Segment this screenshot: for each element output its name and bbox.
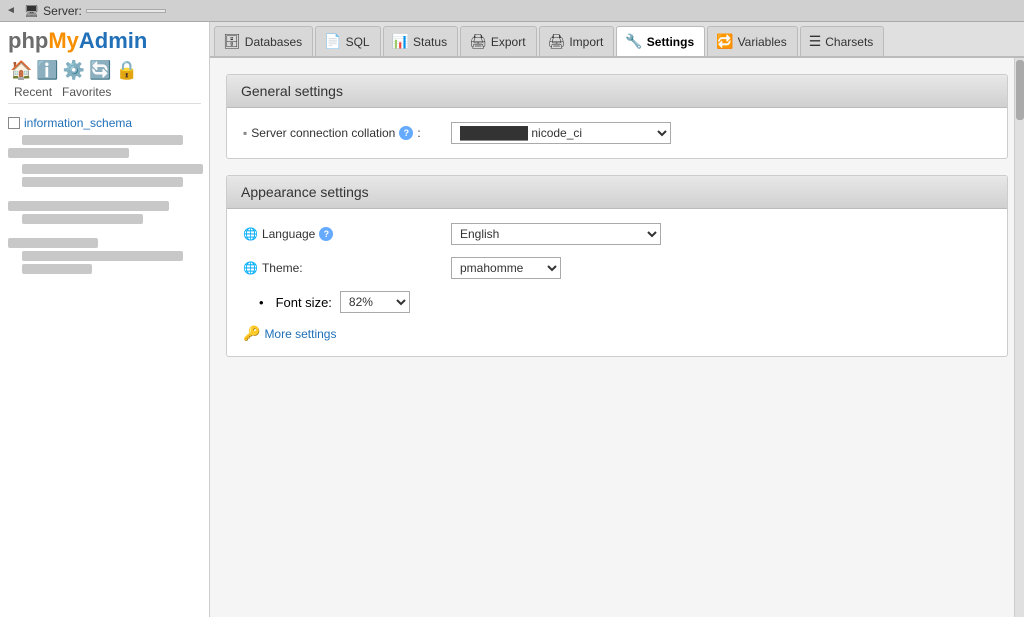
theme-row: 🌐 Theme: pmahomme original <box>243 257 991 279</box>
tab-variables[interactable]: 🔁 Variables <box>707 26 798 56</box>
general-settings-section: General settings ▪ Server connection col… <box>226 74 1008 159</box>
scrollbar-thumb[interactable] <box>1016 60 1024 120</box>
theme-label-container: 🌐 Theme: <box>243 261 443 275</box>
appearance-settings-content: 🌐 Language ? English French German Spani… <box>227 209 1007 356</box>
charsets-tab-icon: ☰ <box>809 33 822 50</box>
appearance-settings-title: Appearance settings <box>227 176 1007 209</box>
main-layout: phpMyAdmin 🏠 ℹ️ ⚙️ 🔄 🔒 Recent Favorites … <box>0 22 1024 617</box>
logo-my: My <box>48 28 79 53</box>
sql-tab-icon: 📄 <box>324 33 341 50</box>
db-placeholder-9 <box>22 264 92 274</box>
db-name-information-schema[interactable]: information_schema <box>24 116 132 130</box>
home-icon[interactable]: 🏠 <box>10 60 32 81</box>
refresh-icon[interactable]: 🔄 <box>89 60 111 81</box>
export-tab-icon: 🖨 <box>469 33 487 50</box>
theme-label-text: Theme: <box>262 261 303 275</box>
content-area: 🗄 Databases 📄 SQL 📊 Status 🖨 Export 🖨 Im… <box>210 22 1024 617</box>
collation-icon: ▪ <box>243 126 247 140</box>
fontsize-select[interactable]: 72% 82% 92% 100% <box>340 291 410 313</box>
fontsize-bullet: • <box>259 295 264 310</box>
tab-databases[interactable]: 🗄 Databases <box>214 26 313 56</box>
import-tab-icon: 🖨 <box>548 33 566 50</box>
theme-select[interactable]: pmahomme original <box>451 257 561 279</box>
settings-tab-icon: 🔧 <box>625 33 642 50</box>
logo-text: phpMyAdmin <box>8 28 147 54</box>
db-placeholder-8 <box>22 251 183 261</box>
gear-icon[interactable]: ⚙️ <box>63 60 85 81</box>
tab-export[interactable]: 🖨 Export <box>460 26 536 56</box>
tab-import-label: Import <box>569 35 603 49</box>
tab-sql-label: SQL <box>346 35 370 49</box>
exit-icon[interactable]: 🔒 <box>116 60 138 81</box>
db-placeholder-1 <box>22 135 183 145</box>
server-icon: 🖥 <box>24 4 39 18</box>
collation-select[interactable]: ████████ nicode_ci <box>451 122 671 144</box>
general-settings-content: ▪ Server connection collation ? : ██████… <box>227 108 1007 158</box>
collation-label-text: Server connection collation <box>251 126 395 140</box>
databases-tab-icon: 🗄 <box>223 33 241 50</box>
general-settings-title: General settings <box>227 75 1007 108</box>
tab-settings-label: Settings <box>647 35 694 49</box>
sidebar: phpMyAdmin 🏠 ℹ️ ⚙️ 🔄 🔒 Recent Favorites … <box>0 22 210 617</box>
db-item-information-schema[interactable]: information_schema <box>4 114 205 132</box>
server-value <box>86 9 166 13</box>
content-body: General settings ▪ Server connection col… <box>210 58 1024 617</box>
server-label: 🖥 Server: <box>24 4 166 18</box>
tab-databases-label: Databases <box>245 35 302 49</box>
top-bar: ◄ 🖥 Server: <box>0 0 1024 22</box>
language-globe-icon: 🌐 <box>243 227 258 241</box>
tab-charsets[interactable]: ☰ Charsets <box>800 26 885 56</box>
theme-icon: 🌐 <box>243 261 258 275</box>
collation-label: ▪ Server connection collation ? : <box>243 126 443 140</box>
tab-import[interactable]: 🖨 Import <box>539 26 615 56</box>
tab-export-label: Export <box>491 35 526 49</box>
recent-link[interactable]: Recent <box>14 85 52 99</box>
logo-php: php <box>8 28 48 53</box>
sidebar-nav: Recent Favorites <box>8 85 201 104</box>
db-placeholder-5 <box>8 201 169 211</box>
favorites-link[interactable]: Favorites <box>62 85 111 99</box>
tab-status[interactable]: 📊 Status <box>383 26 458 56</box>
info-icon[interactable]: ℹ️ <box>36 60 58 81</box>
collation-row: ▪ Server connection collation ? : ██████… <box>243 122 991 144</box>
db-placeholder-6 <box>22 214 143 224</box>
fontsize-row: • Font size: 72% 82% 92% 100% <box>243 291 991 313</box>
tab-sql[interactable]: 📄 SQL <box>315 26 380 56</box>
sidebar-db-list: information_schema <box>0 108 209 283</box>
language-select[interactable]: English French German Spanish <box>451 223 661 245</box>
back-arrow[interactable]: ◄ <box>6 5 16 16</box>
tab-charsets-label: Charsets <box>825 35 873 49</box>
variables-tab-icon: 🔁 <box>716 33 733 50</box>
db-placeholder-7 <box>8 238 98 248</box>
key-icon: 🔑 <box>243 325 260 342</box>
scrollbar-track[interactable] <box>1014 58 1024 617</box>
db-placeholder-3 <box>22 164 203 174</box>
db-placeholder-4 <box>22 177 183 187</box>
language-row: 🌐 Language ? English French German Spani… <box>243 223 991 245</box>
logo-icons: 🏠 ℹ️ ⚙️ 🔄 🔒 <box>8 60 201 81</box>
language-label-container: 🌐 Language ? <box>243 227 443 241</box>
tab-variables-label: Variables <box>738 35 787 49</box>
more-settings-label: More settings <box>264 327 336 341</box>
language-label-text: Language <box>262 227 315 241</box>
db-placeholder-2 <box>8 148 129 158</box>
db-icon <box>8 117 20 129</box>
logo-admin: Admin <box>79 28 147 53</box>
appearance-settings-section: Appearance settings 🌐 Language ? English… <box>226 175 1008 357</box>
more-settings-link[interactable]: 🔑 More settings <box>243 325 991 342</box>
tab-settings[interactable]: 🔧 Settings <box>616 26 705 56</box>
tab-status-label: Status <box>413 35 447 49</box>
collation-help-icon[interactable]: ? <box>399 126 413 140</box>
fontsize-label-text: Font size: <box>276 295 332 310</box>
status-tab-icon: 📊 <box>392 33 409 50</box>
logo: phpMyAdmin <box>8 28 201 54</box>
tab-bar: 🗄 Databases 📄 SQL 📊 Status 🖨 Export 🖨 Im… <box>210 22 1024 58</box>
sidebar-header: phpMyAdmin 🏠 ℹ️ ⚙️ 🔄 🔒 Recent Favorites <box>0 22 209 108</box>
collation-colon: : <box>417 126 420 140</box>
language-help-icon[interactable]: ? <box>319 227 333 241</box>
server-label-text: Server: <box>43 4 82 18</box>
